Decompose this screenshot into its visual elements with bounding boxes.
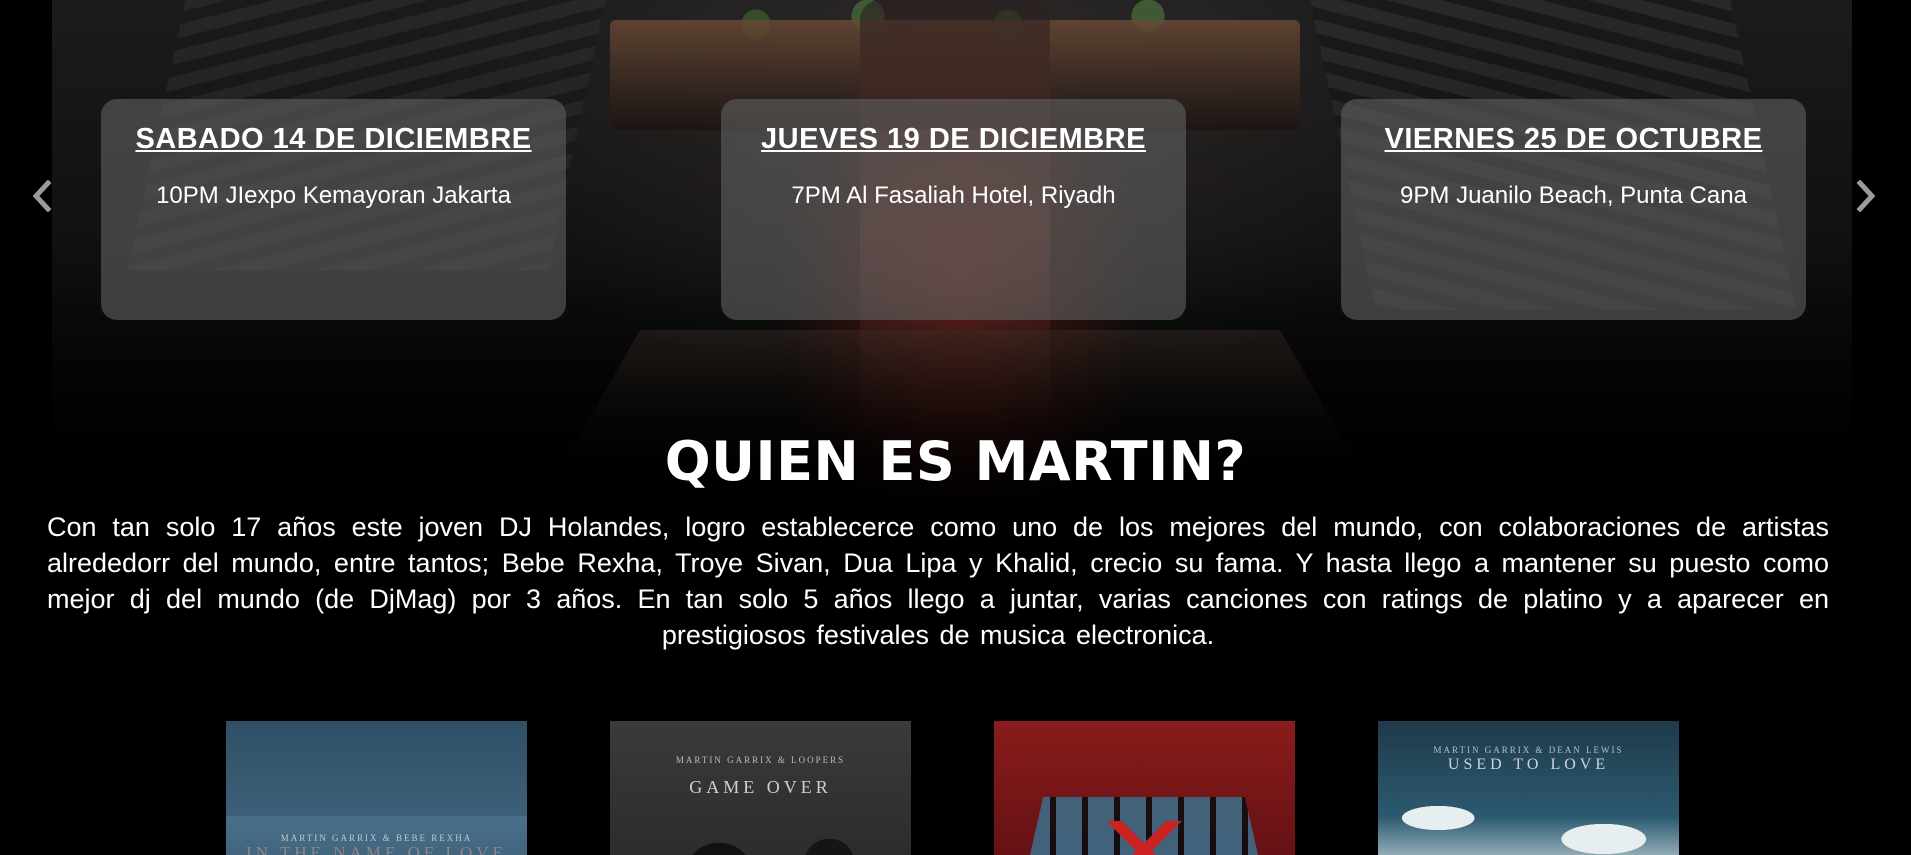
- about-paragraph: Con tan solo 17 años este joven DJ Holan…: [47, 512, 1829, 650]
- about-title: QUIEN ES MARTIN?: [664, 430, 1247, 493]
- event-info: 9PM Juanilo Beach, Punta Cana: [1400, 182, 1747, 209]
- x-logo: [1104, 821, 1184, 855]
- album-name: GAME OVER: [689, 777, 832, 797]
- chevron-left-icon: [32, 180, 52, 212]
- chevron-right-icon: [1856, 180, 1876, 212]
- carousel-next-button[interactable]: [1846, 176, 1886, 216]
- carousel-prev-button[interactable]: [22, 176, 62, 216]
- event-date-link[interactable]: SABADO 14 DE DICIEMBRE: [131, 121, 536, 157]
- duo-silhouettes: [1468, 801, 1598, 855]
- event-info: 7PM Al Fasaliah Hotel, Riyadh: [791, 182, 1116, 209]
- album-artist: MARTIN GARRIX & LOOPERS: [675, 755, 846, 765]
- album-artist: MARTIN GARRIX & DEAN LEWIS: [1433, 745, 1624, 755]
- album-name: USED TO LOVE: [1447, 756, 1610, 773]
- album-cover-used-to-love[interactable]: MARTIN GARRIX & DEAN LEWIS USED TO LOVE: [1378, 721, 1679, 855]
- event-info: 10PM JIexpo Kemayoran Jakarta: [156, 182, 511, 209]
- people-silhouettes: [650, 811, 880, 855]
- page: SABADO 14 DE DICIEMBRE 10PM JIexpo Kemay…: [0, 0, 1911, 855]
- event-date-link[interactable]: VIERNES 25 DE OCTUBRE: [1371, 121, 1776, 157]
- album-cover-game-over[interactable]: MARTIN GARRIX & LOOPERS GAME OVER: [610, 721, 911, 855]
- album-artist: MARTIN GARRIX & BEBE REXHA: [280, 833, 473, 843]
- event-card: SABADO 14 DE DICIEMBRE 10PM JIexpo Kemay…: [101, 99, 566, 320]
- album-cover-in-the-name-of-love[interactable]: MARTIN GARRIX & BEBE REXHA IN THE NAME O…: [226, 721, 527, 855]
- album-name: IN THE NAME OF LOVE: [246, 843, 507, 855]
- event-date-link[interactable]: JUEVES 19 DE DICIEMBRE: [751, 121, 1156, 157]
- event-card: VIERNES 25 DE OCTUBRE 9PM Juanilo Beach,…: [1341, 99, 1806, 320]
- album-cover-screens[interactable]: [994, 721, 1295, 855]
- event-card: JUEVES 19 DE DICIEMBRE 7PM Al Fasaliah H…: [721, 99, 1186, 320]
